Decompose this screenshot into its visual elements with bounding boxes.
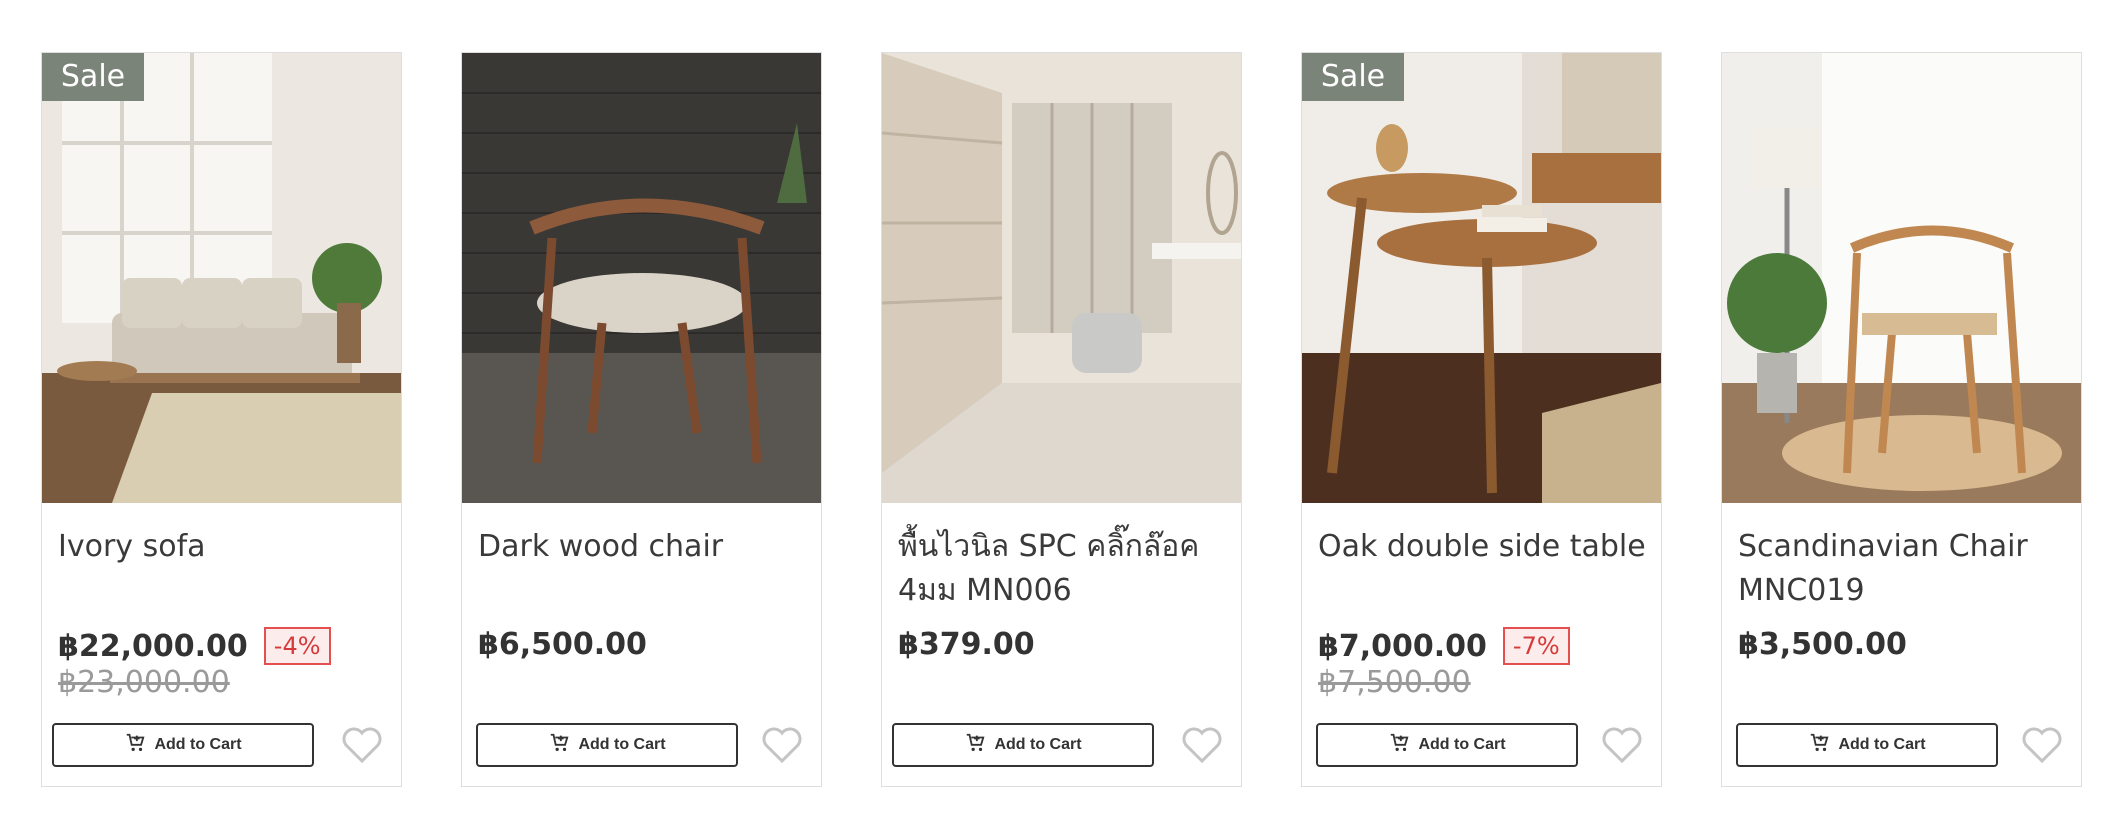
heart-outline-icon[interactable] <box>2020 725 2064 765</box>
add-to-cart-label: Add to Cart <box>578 736 666 753</box>
product-image[interactable]: Sale <box>1302 53 1661 503</box>
cart-plus-icon <box>964 732 986 759</box>
heart-outline-icon[interactable] <box>1180 725 1224 765</box>
add-to-cart-label: Add to Cart <box>1418 736 1506 753</box>
add-to-cart-button[interactable]: Add to Cart <box>52 723 314 767</box>
original-price: ฿7,500.00 <box>1318 665 1471 700</box>
original-price: ฿23,000.00 <box>58 665 230 700</box>
add-to-cart-label: Add to Cart <box>994 736 1082 753</box>
product-price: ฿7,000.00 <box>1318 628 1487 664</box>
product-title[interactable]: Dark wood chair <box>478 525 808 569</box>
product-card[interactable]: พื้นไวนิล SPC คลิ๊กล๊อค 4มม MN006 ฿379.0… <box>881 52 1242 787</box>
product-card[interactable]: Scandinavian Chair MNC019 ฿3,500.00 Add … <box>1721 52 2082 787</box>
product-image[interactable] <box>882 53 1241 503</box>
cart-plus-icon <box>548 732 570 759</box>
price-row: ฿22,000.00 -4% <box>58 627 331 665</box>
discount-badge: -4% <box>263 627 331 665</box>
product-title[interactable]: Oak double side table <box>1318 525 1648 569</box>
add-to-cart-button[interactable]: Add to Cart <box>1736 723 1998 767</box>
product-title[interactable]: Ivory sofa <box>58 525 388 569</box>
sale-badge: Sale <box>1302 53 1404 101</box>
heart-outline-icon[interactable] <box>1600 725 1644 765</box>
add-to-cart-label: Add to Cart <box>154 736 242 753</box>
product-price: ฿6,500.00 <box>478 627 647 662</box>
product-price: ฿22,000.00 <box>58 628 248 664</box>
price-row: ฿379.00 <box>898 627 1035 662</box>
product-image[interactable] <box>462 53 821 503</box>
product-grid: Sale Ivory sofa ฿22,000.00 -4% ฿23,000.0… <box>0 0 2118 822</box>
cart-plus-icon <box>1388 732 1410 759</box>
price-row: ฿3,500.00 <box>1738 627 1907 662</box>
product-card[interactable]: Dark wood chair ฿6,500.00 Add to Cart <box>461 52 822 787</box>
product-card[interactable]: Sale Ivory sofa ฿22,000.00 -4% ฿23,000.0… <box>41 52 402 787</box>
product-price: ฿3,500.00 <box>1738 627 1907 662</box>
product-title[interactable]: พื้นไวนิล SPC คลิ๊กล๊อค 4มม MN006 <box>898 525 1228 613</box>
add-to-cart-label: Add to Cart <box>1838 736 1926 753</box>
cart-plus-icon <box>1808 732 1830 759</box>
add-to-cart-button[interactable]: Add to Cart <box>1316 723 1578 767</box>
product-title[interactable]: Scandinavian Chair MNC019 <box>1738 525 2068 613</box>
sale-badge: Sale <box>42 53 144 101</box>
product-card[interactable]: Sale Oak double side table ฿7,000.00 -7%… <box>1301 52 1662 787</box>
add-to-cart-button[interactable]: Add to Cart <box>892 723 1154 767</box>
product-price: ฿379.00 <box>898 627 1035 662</box>
price-row: ฿7,000.00 -7% <box>1318 627 1570 665</box>
add-to-cart-button[interactable]: Add to Cart <box>476 723 738 767</box>
product-image[interactable] <box>1722 53 2081 503</box>
discount-badge: -7% <box>1502 627 1570 665</box>
heart-outline-icon[interactable] <box>760 725 804 765</box>
product-image[interactable]: Sale <box>42 53 401 503</box>
heart-outline-icon[interactable] <box>340 725 384 765</box>
price-row: ฿6,500.00 <box>478 627 647 662</box>
cart-plus-icon <box>124 732 146 759</box>
